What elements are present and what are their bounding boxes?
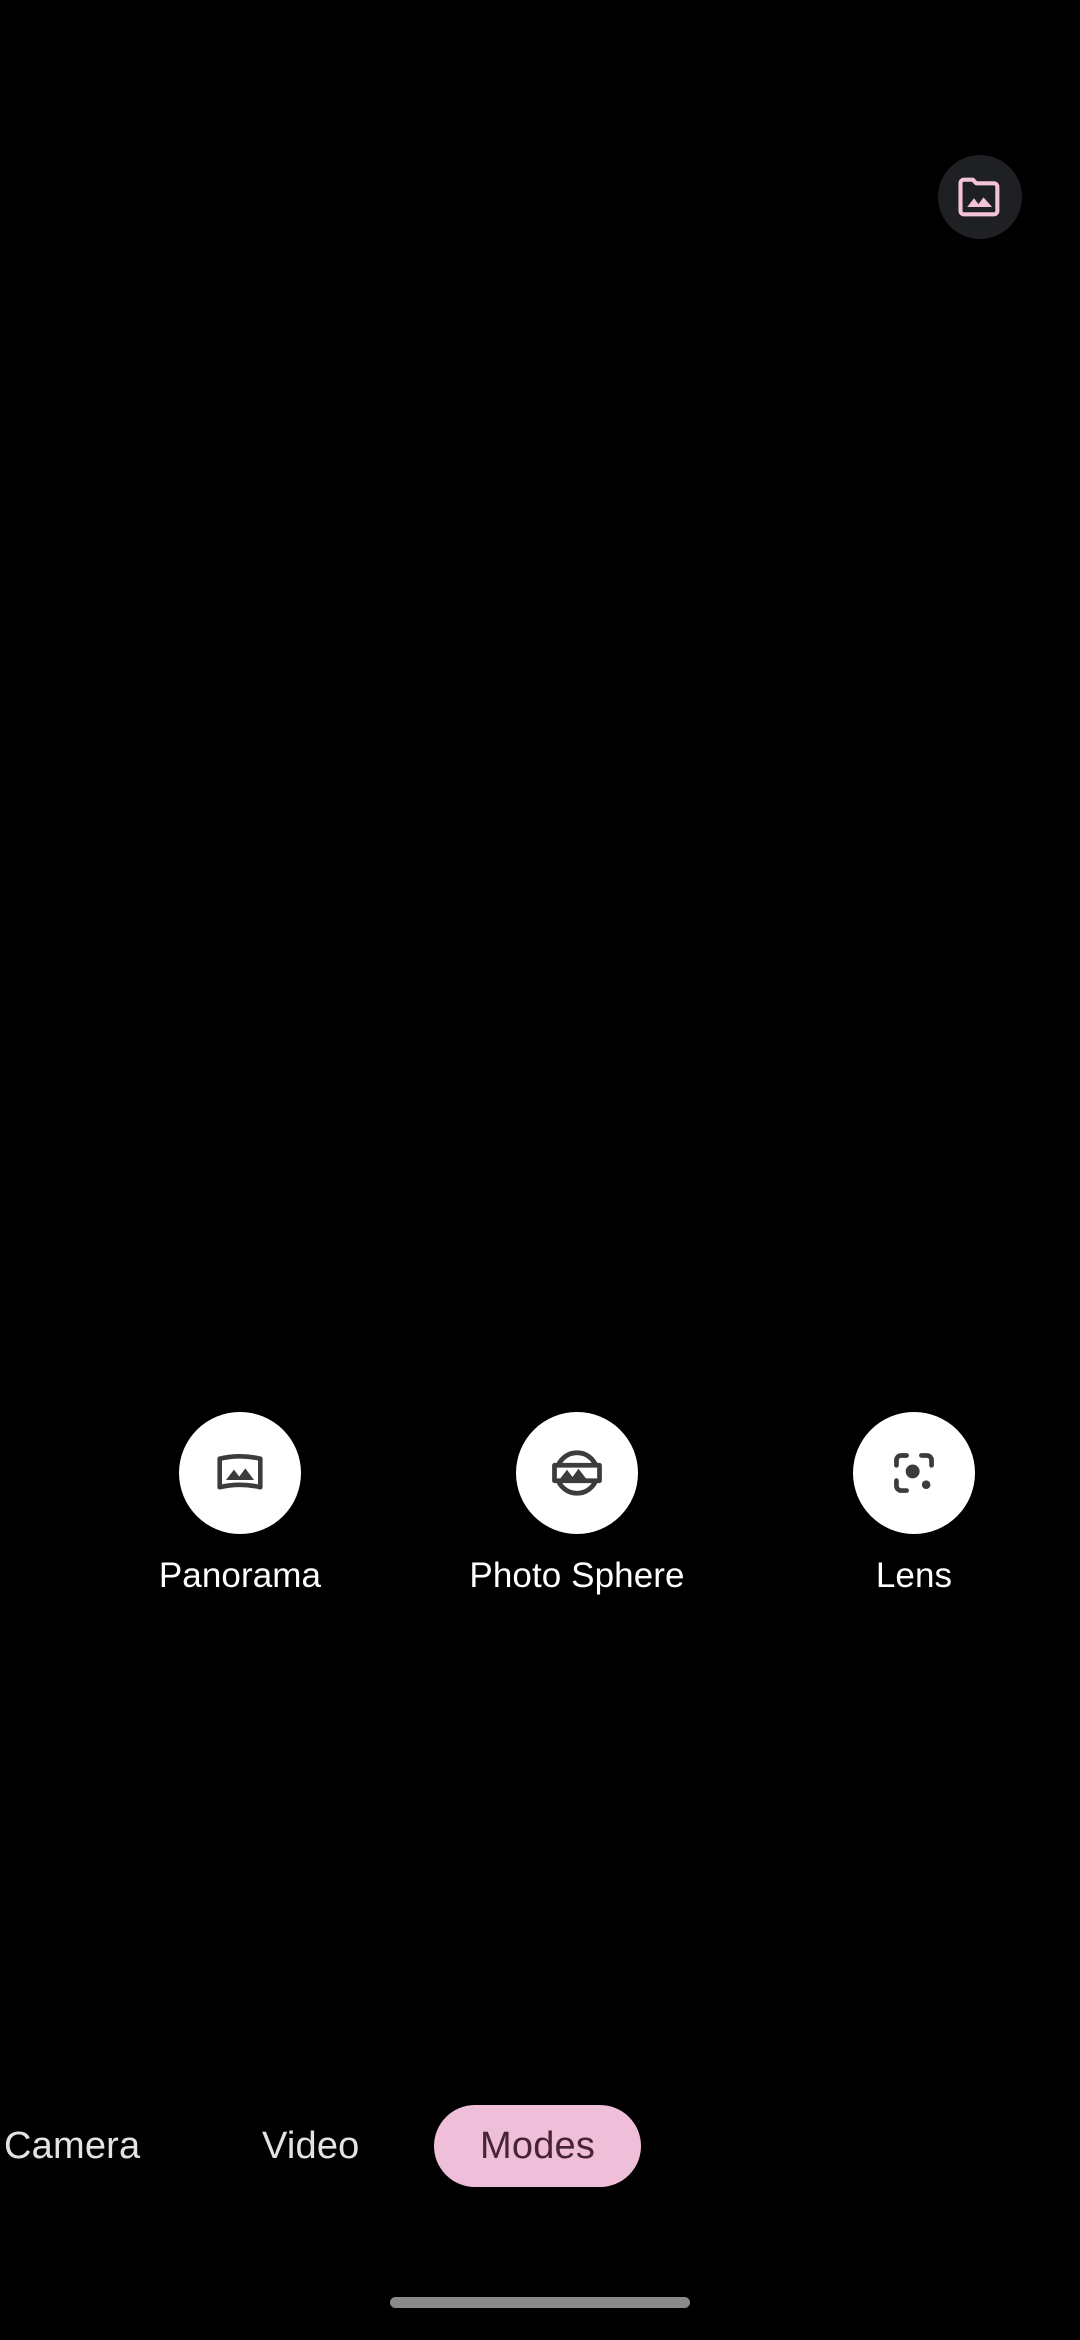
modes-grid: Panorama Photo Sphere Lens xyxy=(0,1412,1080,1662)
system-gesture-bar[interactable] xyxy=(390,2297,690,2308)
mode-label-panorama: Panorama xyxy=(158,1556,322,1595)
panorama-icon xyxy=(211,1444,269,1502)
mode-icon-circle-lens[interactable] xyxy=(853,1412,975,1534)
mode-icon-circle-panorama[interactable] xyxy=(179,1412,301,1534)
gallery-shortcut-button[interactable] xyxy=(938,155,1022,239)
photo-library-folder-icon xyxy=(954,171,1006,223)
mode-item-panorama[interactable]: Panorama xyxy=(143,1412,337,1596)
photo-sphere-icon xyxy=(547,1443,607,1503)
tab-video[interactable]: Video xyxy=(262,2124,360,2168)
mode-icon-circle-photo-sphere[interactable] xyxy=(516,1412,638,1534)
mode-tab-strip: Camera Video Modes xyxy=(0,2090,1080,2202)
camera-viewfinder[interactable] xyxy=(0,0,1080,2340)
mode-item-photo-sphere[interactable]: Photo Sphere xyxy=(469,1412,685,1596)
mode-item-lens[interactable]: Lens xyxy=(817,1412,1011,1596)
mode-label-lens: Lens xyxy=(875,1556,953,1595)
tab-modes[interactable]: Modes xyxy=(434,2105,642,2187)
mode-label-photo-sphere: Photo Sphere xyxy=(469,1556,685,1595)
google-lens-icon xyxy=(887,1446,941,1500)
tab-camera[interactable]: Camera xyxy=(4,2124,140,2168)
